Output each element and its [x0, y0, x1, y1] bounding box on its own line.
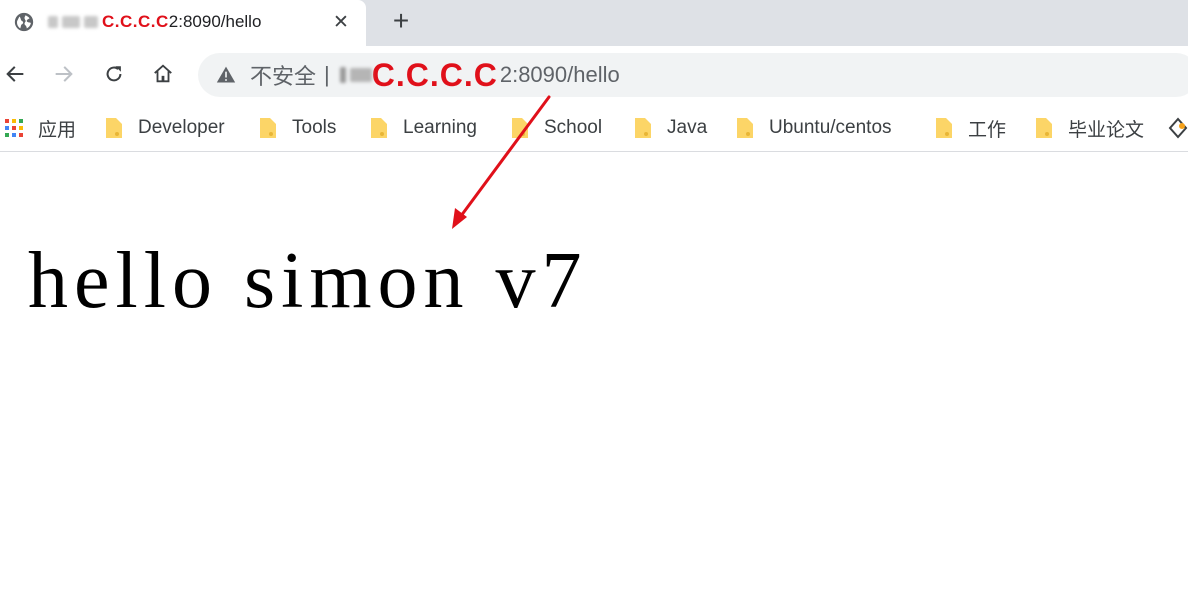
redacted-block: [339, 67, 346, 83]
bookmark-folder-java[interactable]: Java: [633, 114, 707, 142]
bookmark-overflow[interactable]: [1168, 114, 1188, 142]
folder-icon: [260, 118, 276, 138]
page-content: hello simon v7: [0, 153, 1188, 594]
active-tab[interactable]: C.C.C.C 2:8090/hello ✕: [0, 0, 366, 46]
folder-icon: [512, 118, 528, 138]
close-tab-button[interactable]: ✕: [330, 11, 352, 33]
folder-icon: [1036, 118, 1052, 138]
url-text: 2:8090/hello: [499, 62, 620, 87]
redacted-block: [48, 16, 58, 28]
tab-strip: C.C.C.C 2:8090/hello ✕ +: [0, 0, 1188, 46]
bookmark-apps[interactable]: 应用: [4, 114, 76, 142]
bookmark-favicon-icon: [1168, 117, 1188, 139]
bookmark-label: 毕业论文: [1068, 119, 1145, 141]
bookmark-folder-ubuntu-centos[interactable]: Ubuntu/centos: [735, 114, 892, 142]
bookmark-folder-thesis[interactable]: 毕业论文: [1034, 114, 1144, 142]
address-separator: |: [324, 62, 330, 87]
bookmark-folder-work[interactable]: 工作: [934, 114, 1006, 142]
bookmark-label: Ubuntu/centos: [769, 117, 892, 138]
bookmark-label: Developer: [138, 117, 225, 138]
arrow-right-icon: [55, 66, 73, 82]
folder-icon: [737, 118, 753, 138]
folder-icon: [936, 118, 952, 138]
bookmark-folder-learning[interactable]: Learning: [369, 114, 477, 142]
address-text[interactable]: 不安全 | C.C.C.C 2:8090/hello: [250, 57, 620, 93]
warning-triangle-icon[interactable]: [216, 65, 236, 85]
tab-title-redmark: C.C.C.C: [102, 12, 169, 31]
arrow-left-icon: [6, 66, 24, 82]
reload-icon: [106, 66, 122, 82]
bookmarks-bar: 应用 Developer Tools Learning School Java: [0, 104, 1188, 152]
folder-icon: [635, 118, 651, 138]
toolbar: 不安全 | C.C.C.C 2:8090/hello: [0, 46, 1188, 104]
address-bar[interactable]: 不安全 | C.C.C.C 2:8090/hello: [198, 53, 1188, 97]
tab-title-text: 2:8090/hello: [168, 12, 262, 31]
bookmark-label: Java: [667, 117, 708, 138]
globe-icon: [14, 12, 34, 32]
bookmark-folder-developer[interactable]: Developer: [104, 114, 225, 142]
forward-button[interactable]: [49, 59, 79, 89]
address-redmark: C.C.C.C: [371, 56, 498, 93]
redacted-block: [84, 16, 98, 28]
page-heading-text: hello simon v7: [28, 237, 588, 325]
folder-icon: [106, 118, 122, 138]
home-icon: [154, 64, 172, 83]
bookmark-folder-tools[interactable]: Tools: [258, 114, 336, 142]
bookmark-label: Learning: [403, 117, 477, 138]
tab-title: C.C.C.C 2:8090/hello: [48, 12, 261, 32]
bookmark-label: School: [544, 117, 603, 138]
bookmark-folder-school[interactable]: School: [510, 114, 602, 142]
back-button[interactable]: [0, 59, 30, 89]
close-icon: ✕: [333, 11, 349, 33]
new-tab-button[interactable]: +: [386, 5, 416, 36]
redacted-block: [349, 68, 372, 82]
bookmark-label: Tools: [292, 117, 337, 138]
security-label[interactable]: 不安全: [250, 59, 316, 91]
bookmark-label: 工作: [968, 119, 1007, 141]
home-button[interactable]: [148, 59, 178, 89]
bookmark-label: 应用: [38, 119, 77, 141]
reload-button[interactable]: [99, 59, 129, 89]
redacted-block: [62, 16, 80, 28]
apps-grid-icon: [5, 119, 23, 137]
plus-icon: +: [392, 5, 410, 36]
folder-icon: [371, 118, 387, 138]
